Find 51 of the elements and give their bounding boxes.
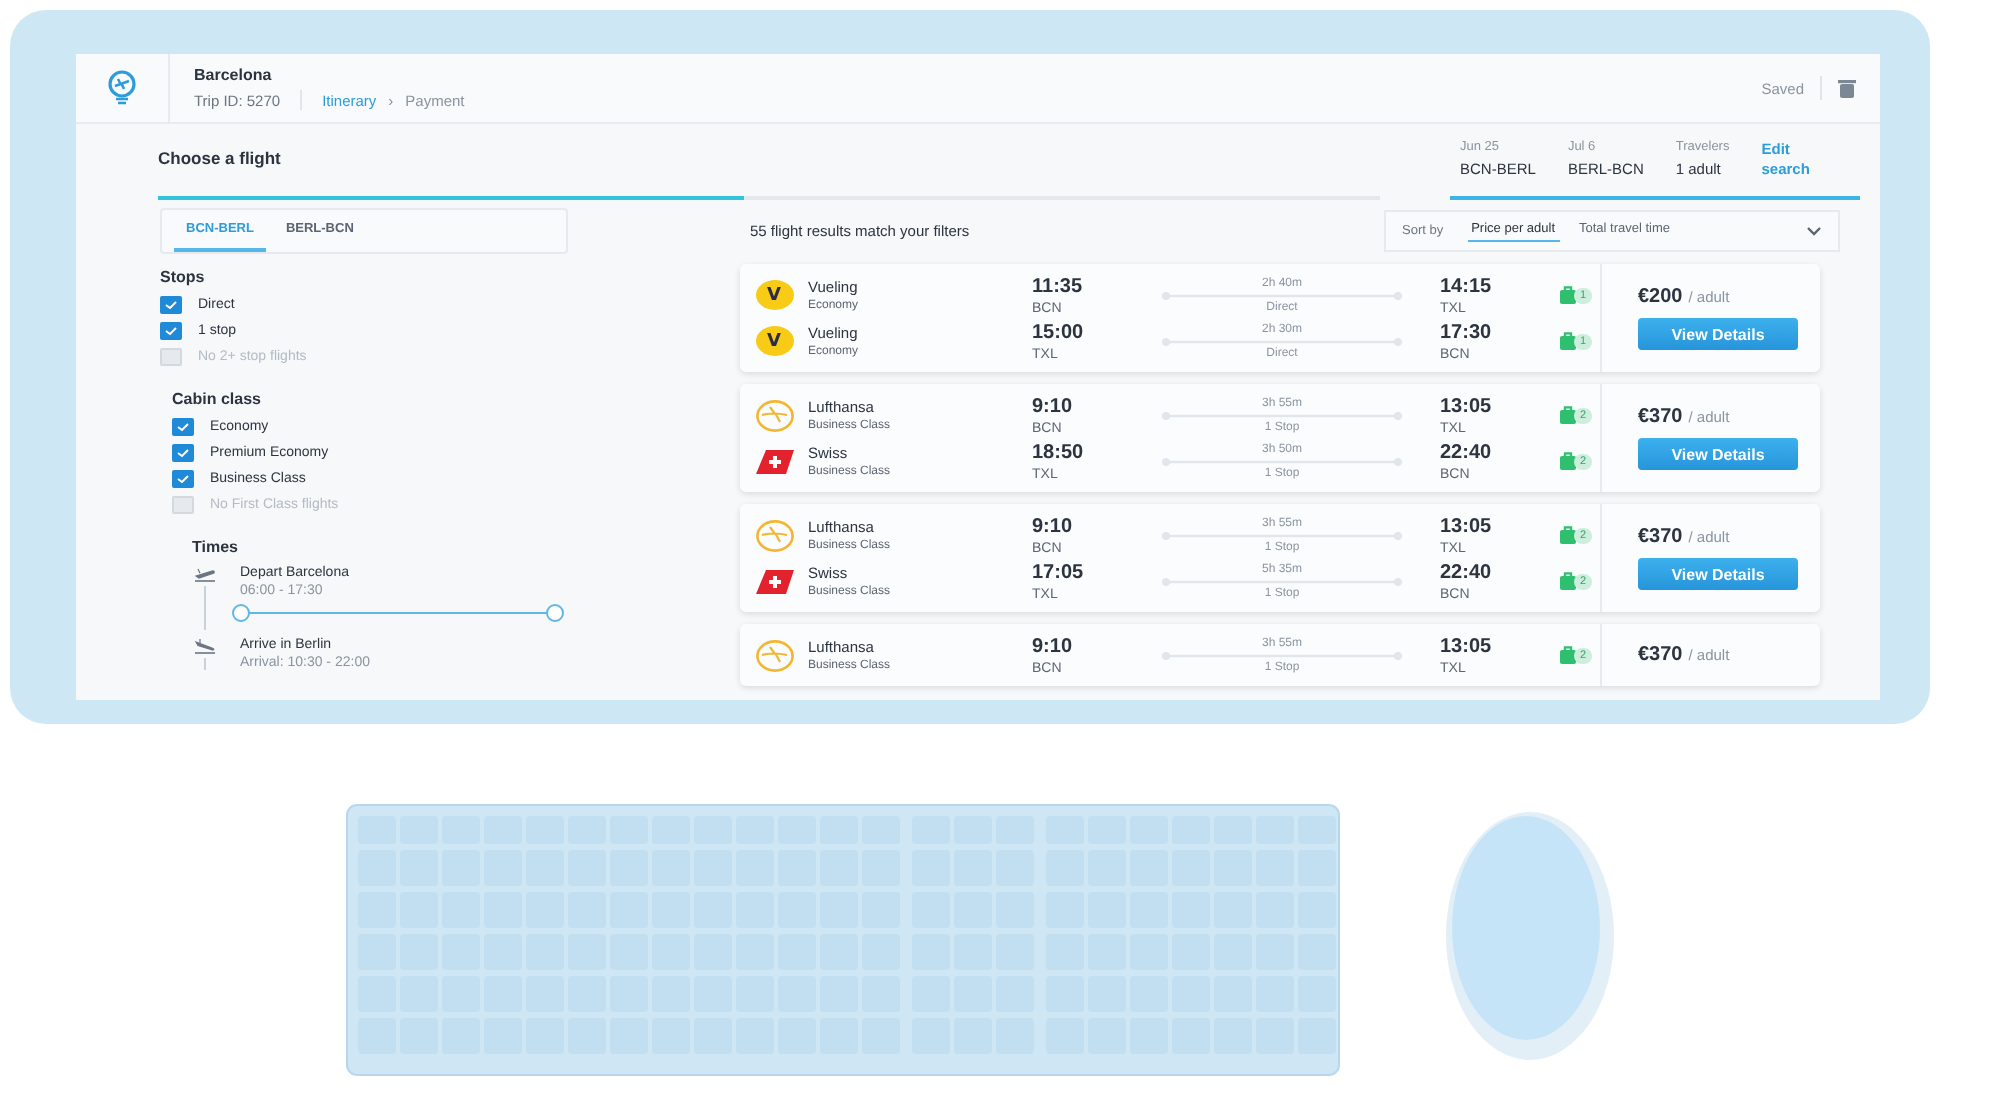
checkbox[interactable]: [172, 443, 194, 461]
arrival-time: 13:05: [1440, 635, 1494, 657]
airline-logo-icon: V: [755, 280, 793, 310]
bag-icon: [1560, 572, 1578, 590]
bag-icon: [1560, 526, 1578, 544]
bag-icon: [1560, 406, 1578, 424]
view-details-button[interactable]: View Details: [1638, 318, 1798, 350]
cross-flag-icon: [755, 449, 793, 473]
price: €370: [1638, 406, 1683, 428]
filter-title: Stops: [160, 268, 207, 286]
departure-time: 9:10: [1032, 515, 1075, 537]
departure-time: 11:35: [1032, 275, 1085, 297]
departure-time: 15:00: [1032, 321, 1086, 343]
plane-landing-icon: [193, 638, 215, 654]
price: €370: [1638, 644, 1683, 666]
view-details-button[interactable]: View Details: [1638, 438, 1798, 470]
arrival-time: 13:05: [1440, 395, 1494, 417]
bag-icon: [1560, 646, 1578, 664]
range-slider[interactable]: [232, 604, 564, 620]
checkbox[interactable]: [172, 469, 194, 487]
bird-logo-icon: [755, 399, 793, 431]
checkbox[interactable]: [172, 417, 194, 435]
checkbox[interactable]: [160, 321, 182, 339]
arrival-time: 17:30: [1440, 321, 1494, 343]
bag-icon: [1560, 332, 1578, 350]
departure-time: 9:10: [1032, 395, 1075, 417]
arrival-time: 22:40: [1440, 441, 1494, 463]
departure-time: 9:10: [1032, 635, 1075, 657]
arrival-time: 22:40: [1440, 561, 1494, 583]
checkbox[interactable]: [160, 295, 182, 313]
page-title: Choose a flight: [158, 148, 283, 168]
arrival-time: 13:05: [1440, 515, 1494, 537]
plane-takeoff-icon: [193, 566, 215, 582]
plane-logo-icon: [106, 70, 138, 106]
arrival-time: 14:15: [1440, 275, 1494, 297]
trip-city: Barcelona: [194, 66, 274, 84]
view-details-button[interactable]: View Details: [1638, 558, 1798, 590]
bird-logo-icon: [755, 519, 793, 551]
departure-time: 17:05: [1032, 561, 1086, 583]
bag-icon: [1560, 286, 1578, 304]
cross-flag-icon: [755, 569, 793, 593]
price: €370: [1638, 526, 1683, 548]
filter-title: Times: [192, 538, 240, 556]
filter-title: Cabin class: [172, 390, 263, 408]
trash-icon[interactable]: [1838, 78, 1856, 98]
departure-time: 18:50: [1032, 441, 1086, 463]
bird-logo-icon: [755, 639, 793, 671]
airline-logo-icon: V: [755, 326, 793, 356]
bag-icon: [1560, 452, 1578, 470]
price: €200: [1638, 286, 1683, 308]
chevron-down-icon[interactable]: [1806, 225, 1822, 235]
